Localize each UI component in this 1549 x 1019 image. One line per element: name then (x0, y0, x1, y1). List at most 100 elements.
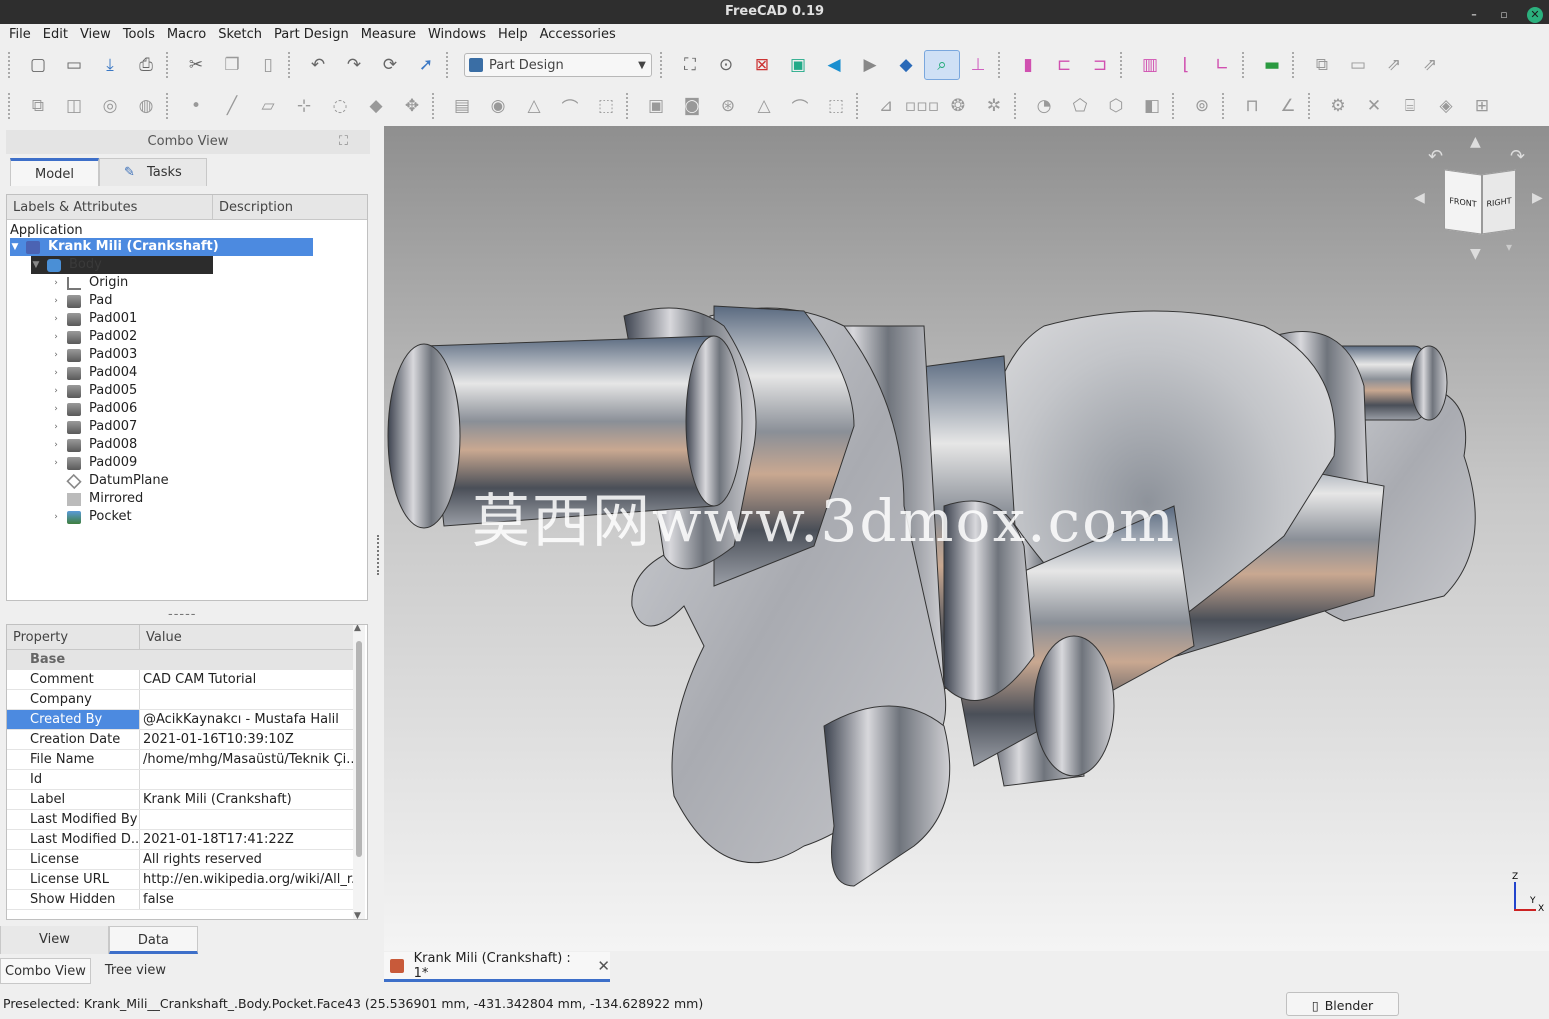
expand-arrow-icon[interactable]: › (51, 364, 61, 382)
nav-rotate-left-icon[interactable]: ↶ (1428, 146, 1443, 167)
measure-delta-icon[interactable]: ◈ (1428, 91, 1464, 121)
menu-windows[interactable]: Windows (422, 24, 492, 45)
menu-tools[interactable]: Tools (117, 24, 161, 45)
expand-arrow-icon[interactable]: › (51, 328, 61, 346)
subtractive-pipe-icon[interactable]: ⌒ (782, 91, 818, 121)
additive-helix-icon[interactable]: ⬚ (588, 91, 624, 121)
nav-arrow-right-icon[interactable]: ▶ (1532, 190, 1543, 206)
redo-icon[interactable]: ↷ (336, 50, 372, 80)
tree-item-pad[interactable]: › Pad (51, 292, 112, 310)
tree-item-pad005[interactable]: › Pad005 (51, 382, 137, 400)
tree-header-labels[interactable]: Labels & Attributes (7, 195, 213, 219)
menu-edit[interactable]: Edit (37, 24, 74, 45)
panel-splitter[interactable]: ----- (168, 607, 196, 622)
nav-arrow-down-icon[interactable]: ▼ (1470, 246, 1481, 262)
expand-arrow-icon[interactable]: › (51, 454, 61, 472)
make-link-icon[interactable]: ⇗ (1376, 50, 1412, 80)
scroll-up-icon[interactable]: ▲ (354, 625, 361, 633)
paste-icon[interactable]: ▯ (250, 50, 286, 80)
expand-arrow-icon[interactable]: › (51, 418, 61, 436)
boolean-icon[interactable]: ⊚ (1184, 91, 1220, 121)
tree-item-pad007[interactable]: › Pad007 (51, 418, 137, 436)
top-view-icon[interactable]: ⊏ (1046, 50, 1082, 80)
whats-this-icon[interactable]: ➚ (408, 50, 444, 80)
scroll-down-icon[interactable]: ▼ (354, 911, 361, 919)
tab-view[interactable]: View (0, 926, 109, 954)
tree-header-description[interactable]: Description (213, 195, 367, 219)
draft-icon[interactable]: ⬡ (1098, 91, 1134, 121)
property-value[interactable]: All rights reserved (140, 850, 353, 869)
tree-item-body[interactable]: ▼ Body (31, 256, 213, 274)
property-value[interactable]: false (140, 890, 353, 909)
property-value[interactable] (140, 770, 353, 789)
sub-shape-binder-icon[interactable]: ◆ (358, 91, 394, 121)
expand-arrow-icon[interactable]: ▼ (10, 238, 20, 256)
tab-model[interactable]: Model (10, 158, 100, 186)
cube-face-front[interactable]: FRONT (1444, 169, 1482, 235)
property-value[interactable] (140, 690, 353, 709)
create-body-icon[interactable]: ⧉ (20, 91, 56, 121)
subtractive-helix-icon[interactable]: ⬚ (818, 91, 854, 121)
navigation-style-button[interactable]: ▯ Blender (1286, 992, 1399, 1016)
tree-item-pad001[interactable]: › Pad001 (51, 310, 137, 328)
thickness-icon[interactable]: ◧ (1134, 91, 1170, 121)
linear-pattern-icon[interactable]: ▫▫▫ (904, 91, 940, 121)
property-row[interactable]: License All rights reserved (7, 850, 353, 870)
stereo-icon[interactable]: ▣ (780, 50, 816, 80)
measure-toggle-icon[interactable]: ⌸ (1392, 91, 1428, 121)
expand-arrow-icon[interactable]: ▼ (31, 256, 41, 274)
create-group-icon[interactable]: ▭ (1340, 50, 1376, 80)
datum-line-icon[interactable]: ╱ (214, 91, 250, 121)
close-tab-icon[interactable]: ✕ (597, 957, 610, 975)
expand-arrow-icon[interactable]: › (51, 310, 61, 328)
tab-tasks[interactable]: ✎ Tasks (99, 158, 207, 186)
attach-sketch-icon[interactable]: ◍ (128, 91, 164, 121)
left-view-icon[interactable]: ∟ (1204, 50, 1240, 80)
bottom-view-2-icon[interactable]: ⌊ (1168, 50, 1204, 80)
clone-icon[interactable]: ✥ (394, 91, 430, 121)
property-value[interactable]: /home/mhg/Masaüstü/Teknik Çi... (140, 750, 353, 769)
tree-item-pad008[interactable]: › Pad008 (51, 436, 137, 454)
measure-distance-icon[interactable]: ▬ (1254, 50, 1290, 80)
property-row[interactable]: Comment CAD CAM Tutorial (7, 670, 353, 690)
menu-sketch[interactable]: Sketch (212, 24, 268, 45)
scrollbar-thumb[interactable] (356, 641, 362, 857)
tab-data[interactable]: Data (108, 926, 198, 954)
measure-refresh-icon[interactable]: ⚙ (1320, 91, 1356, 121)
tab-combo-view[interactable]: Combo View (0, 958, 91, 984)
polar-pattern-icon[interactable]: ❂ (940, 91, 976, 121)
tree-item-datumplane[interactable]: DatumPlane (51, 472, 169, 490)
save-icon[interactable]: ⤓ (92, 50, 128, 80)
forward-arrow-icon[interactable]: ▶ (852, 50, 888, 80)
toolbar-grip[interactable] (8, 52, 14, 78)
datum-plane-icon[interactable]: ▱ (250, 91, 286, 121)
nav-cube-menu-icon[interactable]: ▾ (1506, 240, 1512, 254)
fit-all-icon[interactable]: ⛶ (672, 50, 708, 80)
property-value[interactable]: Krank Mili (Crankshaft) (140, 790, 353, 809)
menu-macro[interactable]: Macro (161, 24, 212, 45)
property-value[interactable]: CAD CAM Tutorial (140, 670, 353, 689)
expand-arrow-icon[interactable]: › (51, 274, 61, 292)
tree-item-origin[interactable]: › Origin (51, 274, 128, 292)
open-folder-icon[interactable]: ▭ (56, 50, 92, 80)
hole-icon[interactable]: ◙ (674, 91, 710, 121)
right-view-icon[interactable]: ⊐ (1082, 50, 1118, 80)
front-view-icon[interactable]: ▮ (1010, 50, 1046, 80)
measure-linear-icon[interactable]: ⊓ (1234, 91, 1270, 121)
cut-icon[interactable]: ✂ (178, 50, 214, 80)
fillet-icon[interactable]: ◔ (1026, 91, 1062, 121)
property-value[interactable]: 2021-01-16T10:39:10Z (140, 730, 353, 749)
create-sketch-icon[interactable]: ◫ (56, 91, 92, 121)
tree-item-pad002[interactable]: › Pad002 (51, 328, 137, 346)
tree-item-pad004[interactable]: › Pad004 (51, 364, 137, 382)
bottom-view-icon[interactable]: ⊥ (960, 50, 996, 80)
revolution-icon[interactable]: ◉ (480, 91, 516, 121)
draw-style-icon[interactable]: ⊠ (744, 50, 780, 80)
fit-selection-icon[interactable]: ⊙ (708, 50, 744, 80)
property-row[interactable]: File Name/home/mhg/Masaüstü/Teknik Çi... (7, 750, 353, 770)
refresh-icon[interactable]: ⟳ (372, 50, 408, 80)
back-arrow-icon[interactable]: ◀ (816, 50, 852, 80)
menu-help[interactable]: Help (492, 24, 534, 45)
pocket-icon[interactable]: ▣ (638, 91, 674, 121)
tree-item-pad006[interactable]: › Pad006 (51, 400, 137, 418)
